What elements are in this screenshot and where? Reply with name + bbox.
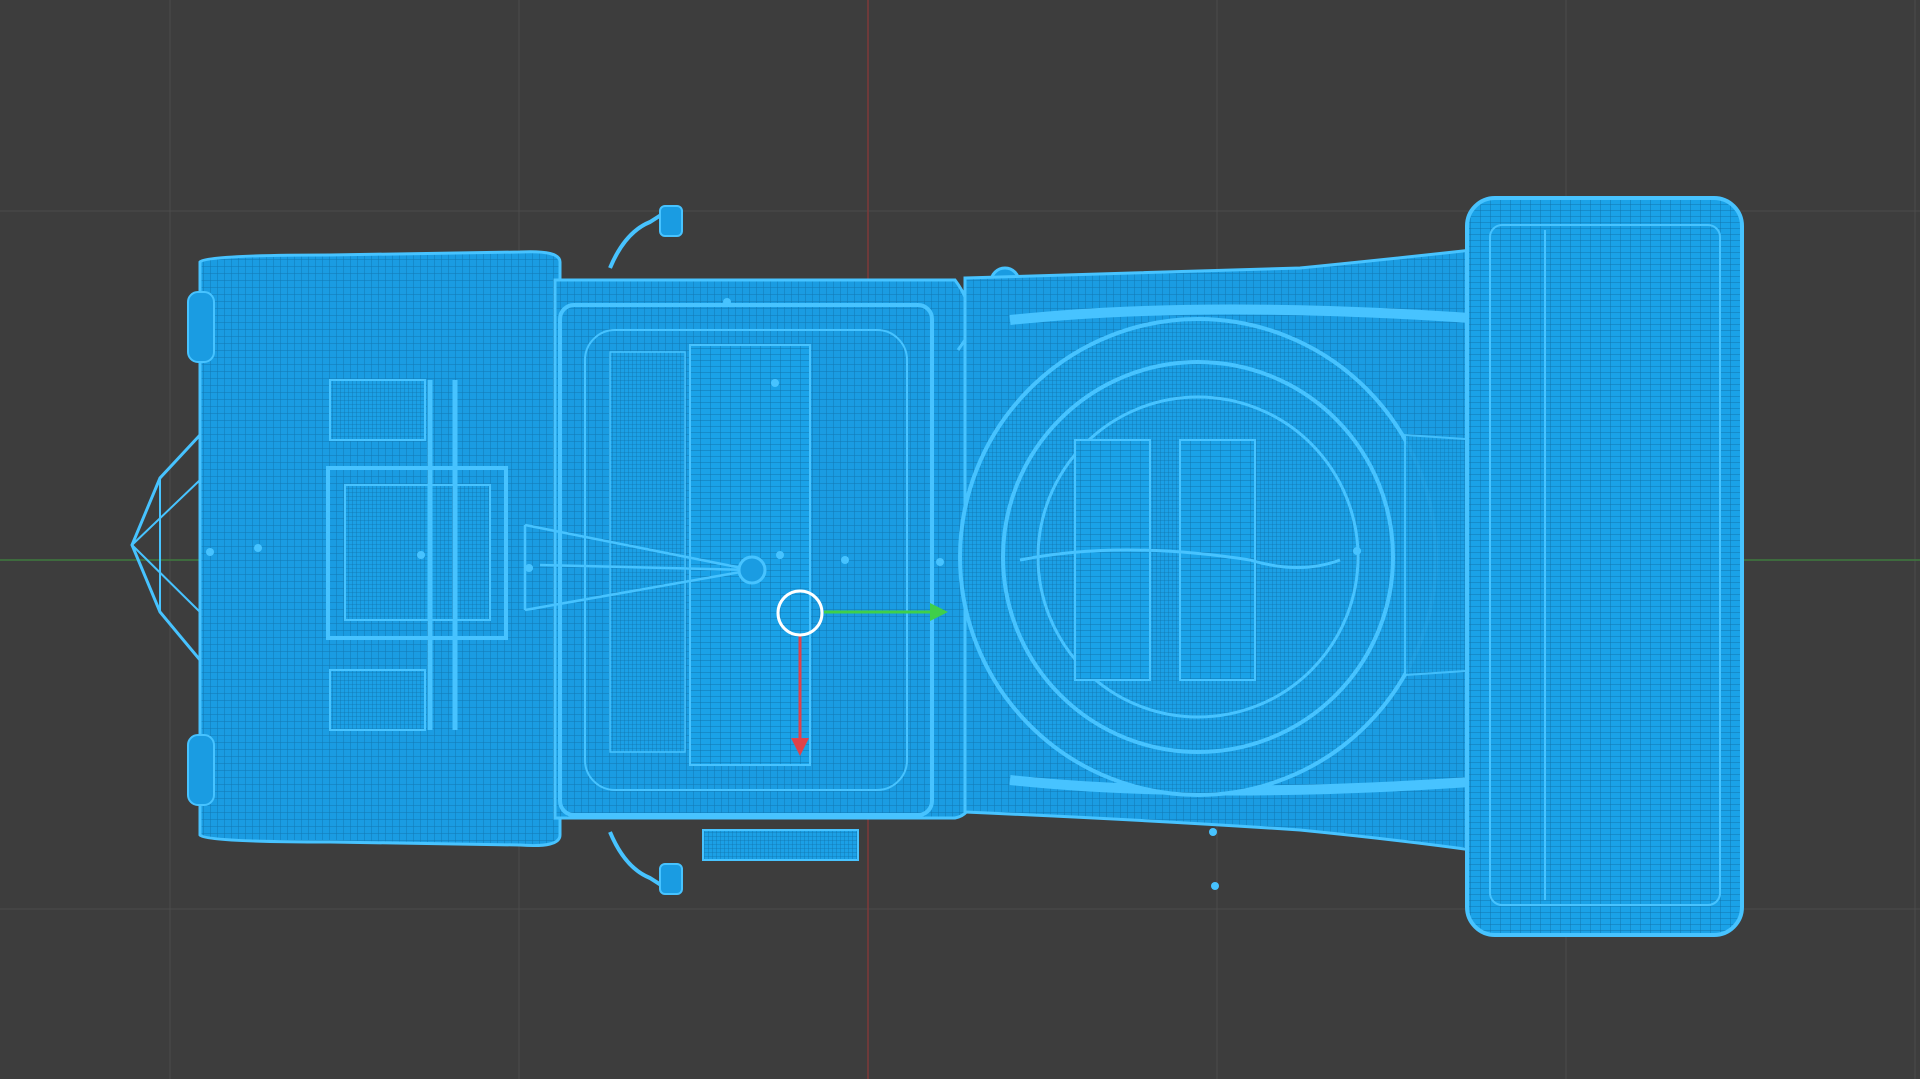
rear-bumper[interactable] bbox=[1465, 196, 1744, 937]
right-headlamp bbox=[187, 734, 215, 806]
cab-seat bbox=[689, 344, 811, 766]
door-step bbox=[702, 829, 859, 861]
front-grille bbox=[130, 431, 202, 665]
3d-viewport[interactable] bbox=[0, 0, 1920, 1079]
left-headlamp bbox=[187, 291, 215, 363]
vehicle-wireframe-model[interactable] bbox=[130, 196, 1744, 937]
viewport-canvas[interactable] bbox=[0, 0, 1920, 1079]
